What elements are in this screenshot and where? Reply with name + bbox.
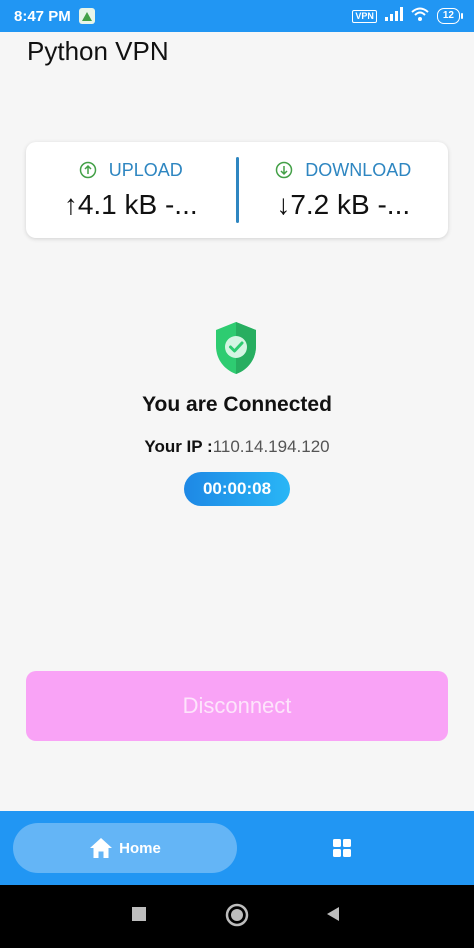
ip-row: Your IP :110.14.194.120 bbox=[0, 437, 474, 457]
home-circle-icon[interactable] bbox=[225, 903, 249, 927]
disconnect-button[interactable]: Disconnect bbox=[26, 671, 448, 741]
download-arrow-icon bbox=[275, 161, 293, 179]
battery-icon: 12 bbox=[436, 8, 464, 24]
upload-stat: UPLOAD ↑4.1 kB -... bbox=[26, 160, 236, 221]
grid-icon bbox=[333, 839, 351, 857]
status-bar-right: VPN 12 bbox=[352, 7, 464, 25]
recents-square-icon[interactable] bbox=[130, 905, 148, 923]
connection-status: You are Connected bbox=[142, 393, 332, 416]
status-bar-left: 8:47 PM bbox=[14, 8, 95, 25]
traffic-stats-card: UPLOAD ↑4.1 kB -... DOWNLOAD ↓7.2 kB -..… bbox=[26, 142, 448, 238]
wifi-icon bbox=[411, 7, 429, 25]
download-stat: DOWNLOAD ↓7.2 kB -... bbox=[239, 160, 449, 221]
nav-home-tab[interactable]: Home bbox=[13, 823, 237, 873]
app-title: Python VPN bbox=[27, 36, 169, 66]
vpn-icon: VPN bbox=[352, 9, 377, 23]
download-header: DOWNLOAD bbox=[275, 160, 411, 181]
download-label: DOWNLOAD bbox=[305, 159, 412, 180]
upload-value: ↑4.1 kB -... bbox=[63, 188, 198, 220]
shield-check-icon bbox=[216, 322, 256, 374]
download-value: ↓7.2 kB -... bbox=[276, 188, 411, 220]
back-triangle-icon[interactable] bbox=[324, 905, 342, 923]
nav-grid-tab[interactable] bbox=[330, 836, 354, 860]
signal-icon bbox=[384, 7, 403, 25]
app-notification-icon bbox=[78, 8, 95, 24]
ip-value: 110.14.194.120 bbox=[212, 437, 330, 456]
connection-timer: 00:00:08 bbox=[184, 472, 290, 506]
ip-label: Your IP : bbox=[144, 437, 213, 456]
nav-home-label: Home bbox=[119, 839, 161, 857]
system-nav-bar bbox=[0, 885, 474, 948]
home-icon bbox=[90, 838, 113, 858]
upload-header: UPLOAD bbox=[79, 160, 183, 181]
upload-label: UPLOAD bbox=[108, 159, 183, 180]
status-time: 8:47 PM bbox=[14, 7, 71, 25]
bottom-nav: Home bbox=[0, 811, 474, 885]
status-bar: 8:47 PM VPN 12 bbox=[0, 0, 474, 32]
upload-arrow-icon bbox=[79, 161, 96, 179]
